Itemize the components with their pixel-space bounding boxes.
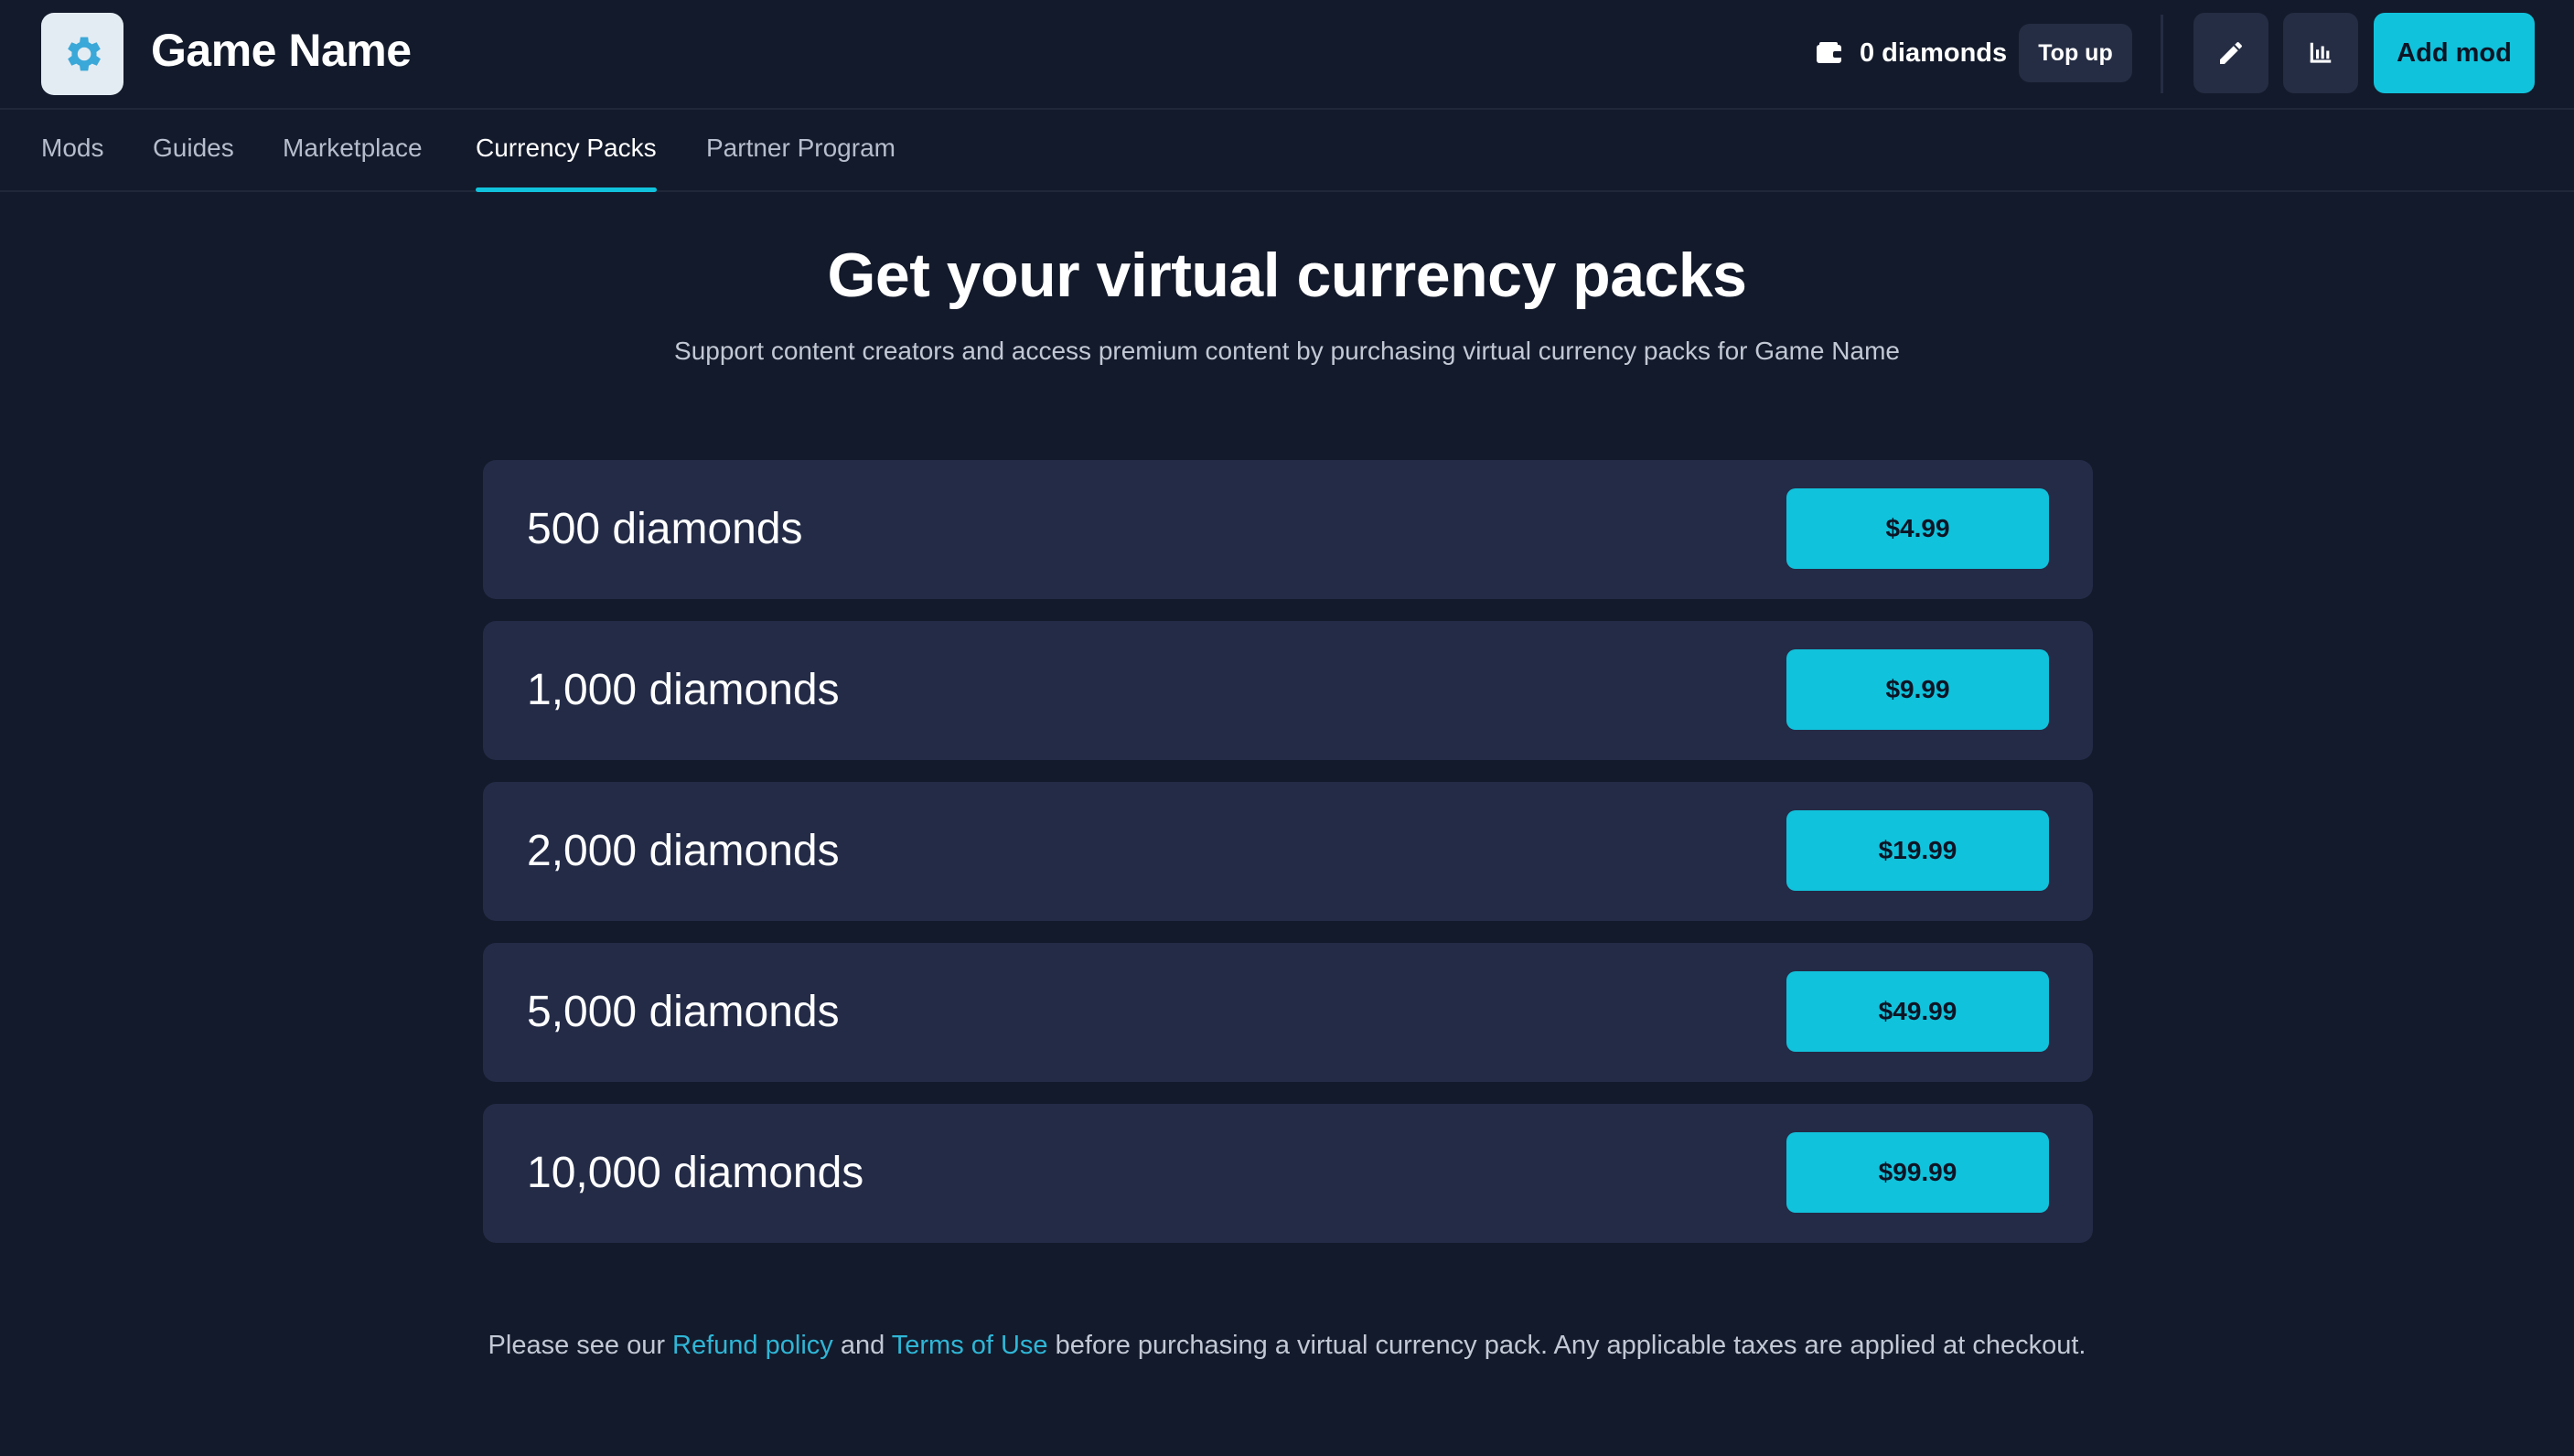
- disclaimer-post: before purchasing a virtual currency pac…: [1047, 1331, 2086, 1360]
- tab-mods[interactable]: Mods: [41, 134, 103, 192]
- tab-marketplace[interactable]: Marketplace: [283, 134, 423, 192]
- gear-logo-icon: [68, 37, 101, 71]
- wallet-icon: [1817, 42, 1842, 63]
- top-bar: Game Name 0 diamonds Top up Add mod: [0, 0, 2574, 110]
- disclaimer-mid: and: [832, 1331, 892, 1360]
- purchase-disclaimer: Please see our Refund policy and Terms o…: [0, 1331, 2574, 1361]
- buy-pack-button[interactable]: $99.99: [1786, 1132, 2049, 1213]
- game-logo[interactable]: [41, 13, 123, 95]
- buy-pack-button[interactable]: $9.99: [1786, 649, 2049, 730]
- tab-guides[interactable]: Guides: [153, 134, 234, 192]
- terms-of-use-link[interactable]: Terms of Use: [892, 1331, 1048, 1360]
- currency-pack-card: 5,000 diamonds $49.99: [483, 943, 2093, 1082]
- buy-pack-button[interactable]: $19.99: [1786, 810, 2049, 891]
- tab-nav: Mods Guides Marketplace Currency Packs P…: [0, 110, 2574, 192]
- pack-amount: 1,000 diamonds: [527, 666, 840, 714]
- page-subtitle: Support content creators and access prem…: [674, 337, 1900, 365]
- pencil-icon: [2220, 42, 2242, 64]
- header-divider: [2161, 15, 2163, 93]
- buy-pack-button[interactable]: $49.99: [1786, 971, 2049, 1052]
- disclaimer-pre: Please see our: [488, 1331, 673, 1360]
- wallet-balance: 0 diamonds: [1816, 33, 2007, 73]
- stats-button[interactable]: [2283, 13, 2358, 93]
- game-title: Game Name: [151, 25, 412, 76]
- bar-chart-icon: [2310, 42, 2332, 63]
- add-mod-button[interactable]: Add mod: [2374, 13, 2535, 93]
- refund-policy-link[interactable]: Refund policy: [672, 1331, 833, 1360]
- pack-amount: 5,000 diamonds: [527, 988, 840, 1036]
- edit-button[interactable]: [2193, 13, 2268, 93]
- pack-amount: 500 diamonds: [527, 505, 803, 553]
- currency-pack-card: 1,000 diamonds $9.99: [483, 621, 2093, 760]
- pack-amount: 10,000 diamonds: [527, 1149, 864, 1197]
- top-up-button[interactable]: Top up: [2019, 24, 2132, 82]
- tab-currency-packs[interactable]: Currency Packs: [476, 134, 657, 192]
- tab-partner-program[interactable]: Partner Program: [706, 134, 896, 192]
- wallet-balance-text: 0 diamonds: [1860, 37, 2008, 68]
- buy-pack-button[interactable]: $4.99: [1786, 488, 2049, 569]
- currency-pack-card: 500 diamonds $4.99: [483, 460, 2093, 599]
- currency-pack-list: 500 diamonds $4.99 1,000 diamonds $9.99 …: [483, 460, 2093, 1265]
- currency-pack-card: 2,000 diamonds $19.99: [483, 782, 2093, 921]
- page-title: Get your virtual currency packs: [827, 241, 1747, 310]
- currency-pack-card: 10,000 diamonds $99.99: [483, 1104, 2093, 1243]
- pack-amount: 2,000 diamonds: [527, 827, 840, 875]
